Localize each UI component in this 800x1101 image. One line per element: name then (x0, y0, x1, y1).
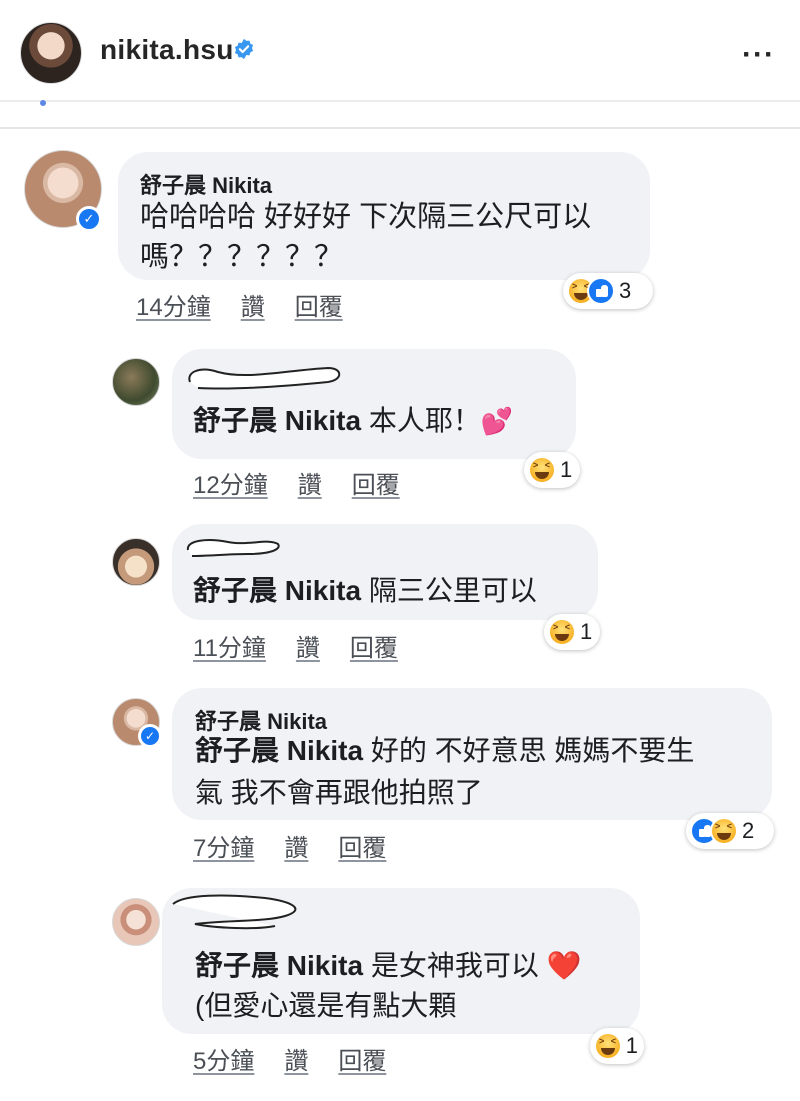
comment-text-line: 舒子晨 Nikita 本人耶！💕 (193, 400, 513, 442)
comment-meta: 12分鐘 讚 回覆 (193, 465, 400, 500)
reaction-summary[interactable]: 2 (686, 813, 774, 849)
verified-badge-icon (234, 38, 254, 60)
haha-reaction-icon (710, 817, 738, 845)
nav-indicator (40, 100, 46, 106)
like-link[interactable]: 讚 (298, 472, 322, 499)
redacted-author-scribble (188, 366, 341, 390)
reaction-summary[interactable]: 1 (544, 614, 600, 650)
comment-meta: 7分鐘 讚 回覆 (193, 828, 386, 863)
haha-reaction-icon (548, 618, 576, 646)
reply-link[interactable]: 回覆 (352, 472, 400, 499)
reaction-summary[interactable]: 1 (590, 1028, 644, 1064)
commenter-avatar[interactable] (112, 358, 160, 406)
reaction-summary[interactable]: 3 (563, 273, 653, 309)
comment-text-line: 哈哈哈哈 好好好 下次隔三公尺可以 (140, 201, 592, 233)
comment-timestamp[interactable]: 14分鐘 (136, 294, 211, 321)
comment-text-line: 舒子晨 Nikita 好的 不好意思 媽媽不要生 (195, 730, 694, 772)
mentioned-user[interactable]: 舒子晨 Nikita (195, 735, 363, 766)
comment-text-line: 舒子晨 Nikita 隔三公里可以 (193, 570, 537, 612)
comment-text: 好的 不好意思 媽媽不要生 (370, 735, 695, 766)
more-horizontal-icon[interactable]: ··· (742, 38, 775, 72)
reaction-count: 3 (619, 278, 632, 303)
comment-text-line: 氣 我不會再跟他拍照了 (195, 777, 483, 808)
reaction-count: 1 (625, 1033, 638, 1058)
like-link[interactable]: 讚 (284, 835, 308, 862)
reaction-summary[interactable]: 1 (524, 452, 580, 488)
comment-text: 本人耶！ (368, 405, 481, 436)
haha-reaction-icon (594, 1032, 622, 1060)
post-header: nikita.hsu ··· (0, 0, 800, 100)
redacted-author-scribble (186, 539, 280, 557)
reaction-count: 2 (742, 818, 755, 843)
like-link[interactable]: 讚 (284, 1048, 308, 1075)
like-reaction-icon (587, 277, 615, 305)
red-heart-emoji: ❤️ (546, 950, 582, 981)
comment-meta: 5分鐘 讚 回覆 (193, 1041, 386, 1076)
redacted-author-scribble (172, 894, 297, 930)
comment-text-line: (但愛心還是有點大顆 (195, 990, 457, 1021)
reply-link[interactable]: 回覆 (295, 294, 343, 321)
comment-timestamp[interactable]: 7分鐘 (193, 835, 254, 862)
reaction-count: 1 (580, 619, 593, 644)
header-divider (0, 100, 800, 102)
mentioned-user[interactable]: 舒子晨 Nikita (193, 405, 361, 436)
haha-reaction-icon (528, 456, 556, 484)
comment-text: 是女神我可以 (370, 950, 539, 981)
like-link[interactable]: 讚 (241, 294, 265, 321)
comment-meta: 14分鐘 讚 回覆 (136, 287, 343, 322)
mentioned-user[interactable]: 舒子晨 Nikita (193, 575, 361, 606)
comment-text-line: 嗎？？？？？？ (140, 241, 344, 273)
comment-meta: 11分鐘 讚 回覆 (193, 628, 398, 663)
mentioned-user[interactable]: 舒子晨 Nikita (195, 950, 363, 981)
comment-timestamp[interactable]: 11分鐘 (193, 635, 266, 662)
two-hearts-emoji: 💕 (480, 406, 514, 436)
comment-timestamp[interactable]: 12分鐘 (193, 472, 268, 499)
comment-text-line: 舒子晨 Nikita 是女神我可以 ❤️ (195, 945, 581, 987)
reply-link[interactable]: 回覆 (338, 835, 386, 862)
reply-link[interactable]: 回覆 (338, 1048, 386, 1075)
section-divider (0, 127, 800, 129)
comment-text: 隔三公里可以 (368, 575, 537, 606)
username[interactable]: nikita.hsu (100, 34, 234, 66)
commenter-avatar[interactable] (112, 538, 160, 586)
comment-timestamp[interactable]: 5分鐘 (193, 1048, 254, 1075)
reply-link[interactable]: 回覆 (350, 635, 398, 662)
verified-badge-icon (138, 724, 162, 748)
like-link[interactable]: 讚 (296, 635, 320, 662)
reaction-count: 1 (560, 457, 573, 482)
profile-avatar[interactable] (20, 22, 82, 84)
verified-badge-icon (76, 206, 102, 232)
commenter-avatar[interactable] (112, 898, 160, 946)
